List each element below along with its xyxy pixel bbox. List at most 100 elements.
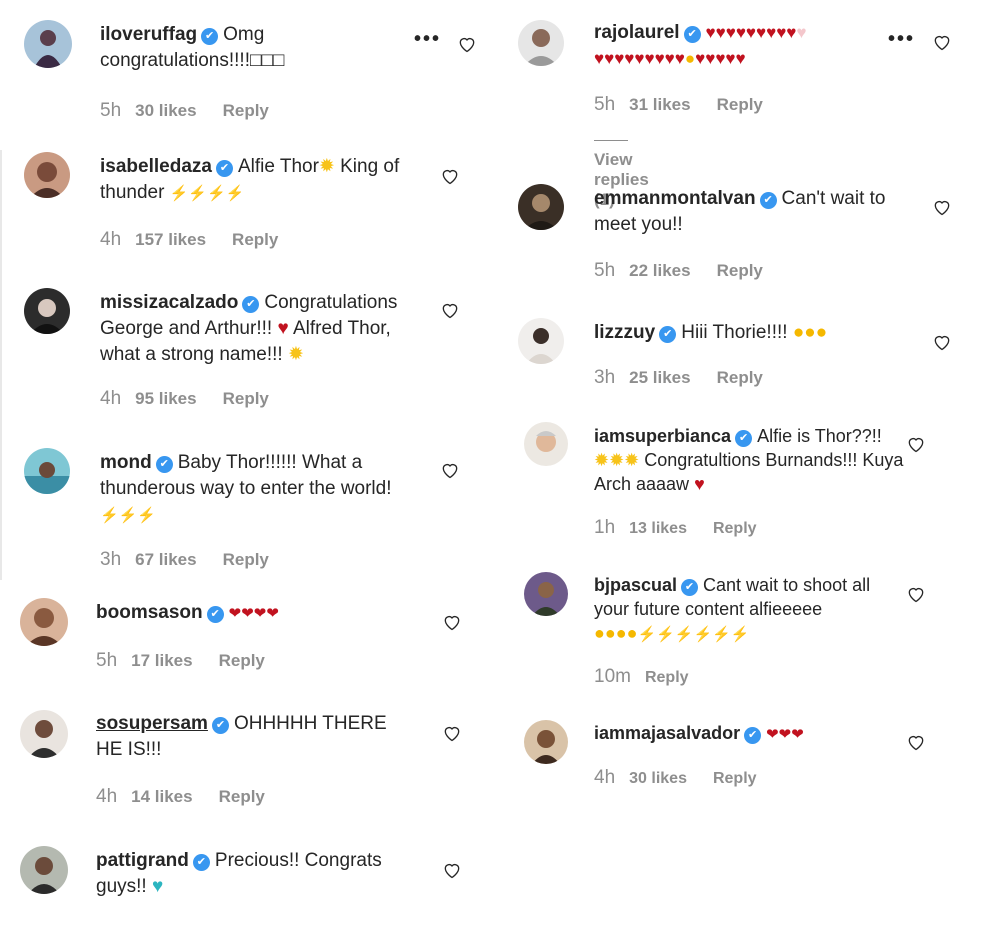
more-options-icon[interactable]: •••: [414, 28, 441, 51]
likes-count[interactable]: 67 likes: [135, 550, 196, 569]
username[interactable]: emmanmontalvan: [594, 188, 756, 209]
comment-time: 3h: [100, 549, 122, 570]
verified-badge-icon: ✔: [681, 579, 699, 596]
comment-text: Hiii Thorie!!!!: [681, 322, 788, 343]
heart-outline-icon[interactable]: [440, 460, 460, 480]
avatar[interactable]: [524, 720, 568, 764]
more-options-icon[interactable]: •••: [888, 28, 915, 51]
heart-outline-icon[interactable]: [457, 34, 477, 54]
laughing-face-emoji-icon: ●●●●: [594, 623, 638, 643]
comment-text: Alfie is Thor??!!: [757, 426, 882, 446]
likes-count[interactable]: 30 likes: [629, 770, 687, 787]
heart-outline-icon[interactable]: [442, 723, 462, 743]
avatar[interactable]: [524, 572, 568, 616]
hearts-emoji-icon: ❤❤❤: [766, 726, 804, 743]
likes-count[interactable]: 14 likes: [131, 787, 192, 806]
lightning-emoji-icon: ⚡⚡⚡⚡⚡⚡: [637, 626, 750, 643]
likes-count[interactable]: 22 likes: [629, 261, 690, 280]
reply-button[interactable]: Reply: [717, 261, 763, 280]
avatar[interactable]: [24, 20, 72, 68]
verified-badge-icon: ✔: [211, 717, 229, 734]
comment-time: 10m: [594, 666, 631, 687]
username[interactable]: rajolaurel: [594, 22, 680, 43]
username[interactable]: missizacalzado: [100, 292, 238, 313]
verified-badge-icon: ✔: [155, 456, 173, 473]
reply-button[interactable]: Reply: [713, 770, 757, 787]
username[interactable]: mond: [100, 452, 152, 473]
comment-text: Alfie Thor: [237, 156, 319, 177]
heart-outline-icon[interactable]: [442, 860, 462, 880]
reply-button[interactable]: Reply: [645, 669, 689, 686]
likes-count[interactable]: 25 likes: [629, 368, 690, 387]
heart-emoji-icon: ♥: [277, 318, 289, 339]
comment-time: 3h: [594, 367, 616, 388]
reply-button[interactable]: Reply: [717, 95, 763, 114]
lightning-emoji-icon: ⚡⚡⚡: [100, 507, 157, 524]
likes-count[interactable]: 30 likes: [135, 101, 196, 120]
avatar[interactable]: [20, 598, 68, 646]
avatar[interactable]: [518, 184, 564, 230]
verified-badge-icon: ✔: [659, 326, 677, 343]
heart-outline-icon[interactable]: [440, 166, 460, 186]
comment-time: 1h: [594, 517, 616, 538]
reply-button[interactable]: Reply: [223, 101, 269, 120]
comment-time: 4h: [100, 229, 122, 250]
comment-time: 5h: [96, 650, 118, 671]
heart-outline-icon[interactable]: [932, 332, 952, 352]
avatar[interactable]: [24, 448, 70, 494]
avatar[interactable]: [20, 710, 68, 758]
likes-count[interactable]: 31 likes: [629, 95, 690, 114]
teal-heart-emoji-icon: ♥: [151, 876, 164, 897]
reply-button[interactable]: Reply: [219, 787, 265, 806]
reply-button[interactable]: Reply: [717, 368, 763, 387]
likes-count[interactable]: 95 likes: [135, 389, 196, 408]
username[interactable]: iamsuperbianca: [594, 426, 731, 446]
divider: [0, 150, 2, 580]
likes-count[interactable]: 157 likes: [135, 230, 206, 249]
hearts-emoji-icon: ❤❤❤❤: [228, 605, 279, 622]
avatar[interactable]: [24, 152, 70, 198]
comment-time: 4h: [96, 786, 118, 807]
username[interactable]: bjpascual: [594, 575, 677, 595]
likes-count[interactable]: 17 likes: [131, 651, 192, 670]
comment-time: 4h: [100, 388, 122, 409]
comment-time: 4h: [594, 767, 616, 788]
username[interactable]: iammajasalvador: [594, 723, 740, 743]
username[interactable]: lizzzuy: [594, 322, 655, 343]
verified-badge-icon: ✔: [744, 727, 762, 744]
username[interactable]: sosupersam: [96, 713, 208, 734]
username[interactable]: pattigrand: [96, 850, 189, 871]
reply-button[interactable]: Reply: [223, 389, 269, 408]
comment-time: 5h: [100, 100, 122, 121]
reply-button[interactable]: Reply: [219, 651, 265, 670]
heart-emoji-icon: ♥: [694, 474, 705, 494]
heart-outline-icon[interactable]: [442, 612, 462, 632]
heart-outline-icon[interactable]: [906, 732, 926, 752]
heart-outline-icon[interactable]: [906, 434, 926, 454]
comment-time: 5h: [594, 260, 616, 281]
avatar[interactable]: [20, 846, 68, 894]
comment-text: Congratultions Burnands!!! Kuya Arch aaa…: [594, 450, 904, 494]
replies-line: [594, 140, 628, 142]
likes-count[interactable]: 13 likes: [629, 520, 687, 537]
reply-button[interactable]: Reply: [232, 230, 278, 249]
heart-outline-icon[interactable]: [440, 300, 460, 320]
verified-badge-icon: ✔: [201, 28, 219, 45]
verified-badge-icon: ✔: [759, 192, 777, 209]
avatar[interactable]: [518, 20, 564, 66]
sun-emoji-icon: ✹: [318, 156, 335, 177]
sun-emoji-icon: ✹✹✹: [594, 450, 640, 470]
avatar[interactable]: [24, 288, 70, 334]
username[interactable]: boomsason: [96, 602, 203, 623]
heart-outline-icon[interactable]: [906, 584, 926, 604]
reply-button[interactable]: Reply: [713, 520, 757, 537]
verified-badge-icon: ✔: [242, 296, 260, 313]
heart-outline-icon[interactable]: [932, 197, 952, 217]
avatar[interactable]: [518, 318, 564, 364]
lightning-emoji-icon: ⚡⚡⚡⚡: [169, 185, 245, 202]
reply-button[interactable]: Reply: [223, 550, 269, 569]
avatar[interactable]: [524, 422, 568, 466]
heart-outline-icon[interactable]: [932, 32, 952, 52]
username[interactable]: iloveruffag: [100, 24, 197, 45]
username[interactable]: isabelledaza: [100, 156, 212, 177]
